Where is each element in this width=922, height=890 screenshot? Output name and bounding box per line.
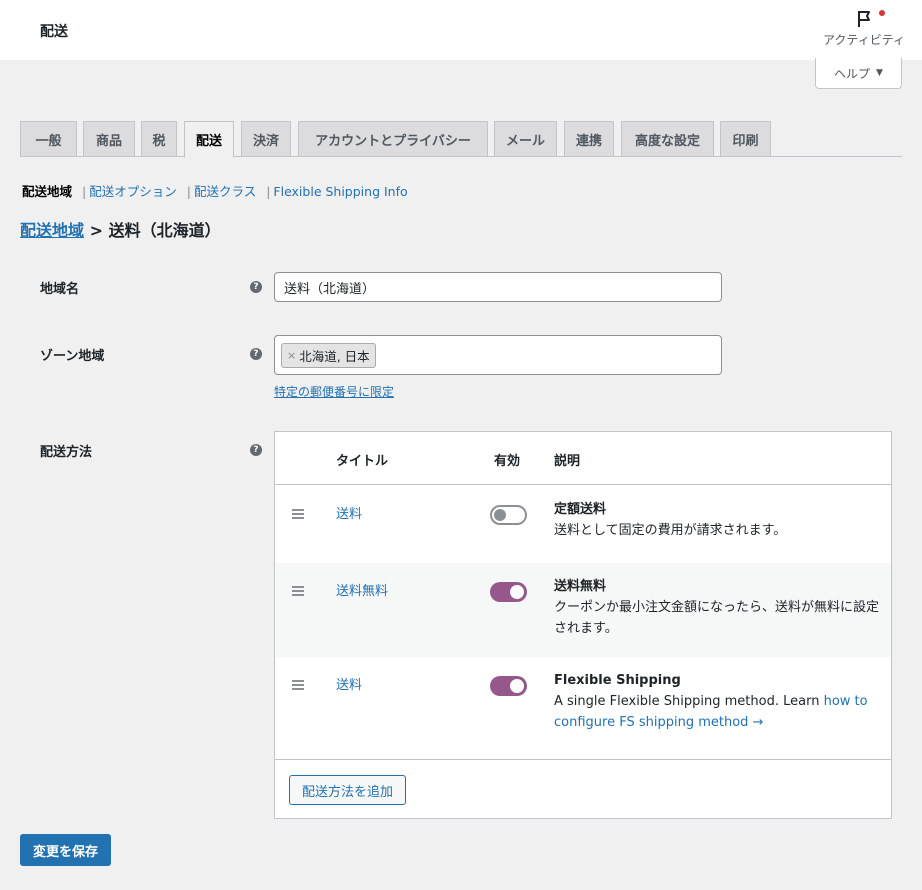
- subnav-shipping-classes[interactable]: 配送クラス: [194, 184, 256, 199]
- table-row: 送料 定額送料 送料として固定の費用が請求されます。: [275, 486, 891, 563]
- notification-dot: [879, 10, 885, 16]
- tab-shipping[interactable]: 配送: [184, 121, 234, 158]
- activity-label: アクティビティ: [823, 33, 905, 47]
- method-title-link[interactable]: 送料: [336, 503, 362, 522]
- tab-emails[interactable]: メール: [494, 121, 557, 157]
- zone-name-input[interactable]: [274, 272, 722, 302]
- zone-heading: 配送地域 > 送料（北海道）: [20, 217, 221, 241]
- page-title: 配送: [40, 24, 68, 40]
- subnav-separator: |: [82, 184, 87, 199]
- subnav-flexible-shipping-info[interactable]: Flexible Shipping Info: [273, 184, 407, 199]
- method-enabled-toggle[interactable]: [490, 505, 527, 525]
- method-description: 送料無料 クーポンか最小注文金額になったら、送料が無料に設定されます。: [554, 576, 884, 639]
- subnav-shipping-options[interactable]: 配送オプション: [89, 184, 177, 199]
- drag-handle-icon[interactable]: [292, 509, 304, 521]
- section-subnav: 配送地域 | 配送オプション | 配送クラス | Flexible Shipping …: [22, 181, 408, 200]
- tab-general[interactable]: 一般: [20, 121, 77, 157]
- tab-integration[interactable]: 連携: [564, 121, 614, 157]
- method-type: Flexible Shipping: [554, 673, 681, 688]
- tab-tax[interactable]: 税: [141, 121, 177, 157]
- table-header: タイトル 有効 説明: [275, 432, 891, 485]
- column-enabled: 有効: [494, 454, 521, 469]
- settings-tabs: 一般 商品 税 配送 決済 アカウントとプライバシー メール 連携 高度な設定 …: [20, 121, 902, 158]
- column-title: タイトル: [336, 454, 389, 469]
- drag-handle-icon[interactable]: [292, 680, 304, 692]
- table-row: 送料無料 送料無料 クーポンか最小注文金額になったら、送料が無料に設定されます。: [275, 563, 891, 657]
- method-enabled-toggle[interactable]: [490, 676, 527, 696]
- help-tip-icon[interactable]: ?: [250, 281, 262, 293]
- remove-chip-icon[interactable]: ×: [287, 349, 296, 362]
- breadcrumb-separator: >: [89, 221, 103, 240]
- zone-regions-select[interactable]: × 北海道, 日本: [274, 335, 722, 375]
- region-chip-label: 北海道, 日本: [299, 349, 370, 364]
- tab-accounts-privacy[interactable]: アカウントとプライバシー: [298, 121, 488, 157]
- method-type: 定額送料: [554, 502, 607, 517]
- region-chip: × 北海道, 日本: [281, 343, 376, 368]
- method-desc-text: クーポンか最小注文金額になったら、送料が無料に設定されます。: [554, 600, 880, 636]
- zone-title: 送料（北海道）: [108, 221, 221, 240]
- help-tip-icon[interactable]: ?: [250, 348, 262, 360]
- method-description: 定額送料 送料として固定の費用が請求されます。: [554, 499, 884, 541]
- help-button[interactable]: ヘルプ ▼: [815, 58, 902, 89]
- method-desc-text: A single Flexible Shipping method. Learn: [554, 694, 824, 709]
- shipping-methods-table: タイトル 有効 説明 送料 定額送料 送料として固定の費用が請求されます。 送料…: [274, 431, 892, 819]
- tab-payments[interactable]: 決済: [241, 121, 291, 157]
- limit-postcodes-link[interactable]: 特定の郵便番号に限定: [274, 383, 394, 400]
- shipping-methods-label: 配送方法: [40, 445, 93, 460]
- add-shipping-method-button[interactable]: 配送方法を追加: [289, 775, 407, 805]
- zone-regions-label: ゾーン地域: [40, 349, 105, 364]
- activity-button[interactable]: アクティビティ: [818, 8, 910, 48]
- tab-print[interactable]: 印刷: [720, 121, 771, 157]
- subnav-current: 配送地域: [22, 184, 73, 199]
- column-description: 説明: [554, 454, 581, 469]
- method-title-link[interactable]: 送料無料: [336, 580, 388, 599]
- save-changes-button[interactable]: 変更を保存: [20, 834, 111, 866]
- method-type: 送料無料: [554, 579, 607, 594]
- method-enabled-toggle[interactable]: [490, 582, 527, 602]
- subnav-separator: |: [266, 184, 271, 199]
- tab-products[interactable]: 商品: [83, 121, 135, 157]
- flag-icon: [858, 11, 870, 27]
- help-label: ヘルプ: [834, 66, 871, 81]
- table-footer: 配送方法を追加: [275, 759, 891, 818]
- zone-name-label: 地域名: [40, 282, 80, 297]
- drag-handle-icon[interactable]: [292, 586, 304, 598]
- top-bar: 配送 アクティビティ: [0, 0, 922, 60]
- table-row: 送料 Flexible Shipping A single Flexible S…: [275, 657, 891, 759]
- method-title-link[interactable]: 送料: [336, 674, 362, 693]
- caret-down-icon: ▼: [876, 68, 883, 78]
- method-desc-text: 送料として固定の費用が請求されます。: [554, 523, 787, 538]
- method-description: Flexible Shipping A single Flexible Ship…: [554, 670, 884, 733]
- tab-advanced[interactable]: 高度な設定: [621, 121, 714, 157]
- help-tip-icon[interactable]: ?: [250, 444, 262, 456]
- breadcrumb-shipping-zones[interactable]: 配送地域: [20, 221, 84, 240]
- subnav-separator: |: [186, 184, 191, 199]
